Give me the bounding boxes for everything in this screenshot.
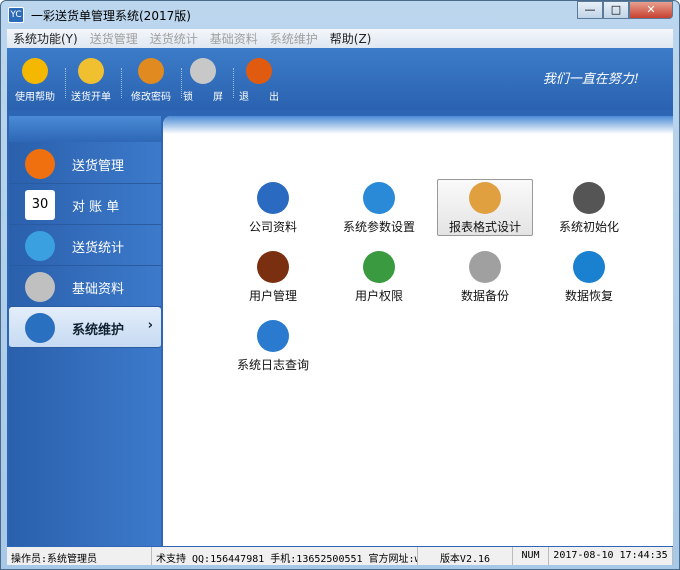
sidebar-item[interactable]: 送货管理 [9,143,161,184]
main-function-item[interactable]: 用户权限 [339,251,419,304]
title-bar: YC 一彩送货单管理系统(2017版) — □ ✕ [1,1,679,29]
main-function-label: 系统初始化 [558,220,619,234]
tag-icon [78,58,104,84]
pie-chart-icon [25,231,55,261]
sidebar-item[interactable]: 基础资料 [9,266,161,307]
toolbar-button-label: 送货开单 [71,92,111,103]
status-bar: 操作员:系统管理员 术支持 QQ:156447981 手机:1365250055… [7,547,673,565]
sidebar-item[interactable]: 系统维护 › [9,307,161,348]
menu-item: 系统维护 [269,32,318,46]
sidebar-item-label: 对 账 单 [72,200,120,215]
status-version: 版本V2.16 [418,547,513,565]
menu-item[interactable]: 帮助(Z) [324,30,378,47]
main-function-label: 数据恢复 [564,289,613,303]
info-icon [257,320,289,352]
status-support: 术支持 QQ:156447981 手机:13652500551 官方网址:www… [152,547,418,565]
main-function-label: 系统日志查询 [236,358,309,372]
menu-item[interactable]: 系统功能(Y) [7,30,84,47]
database-icon [469,251,501,283]
toolbar-button[interactable]: 修改密码 [125,58,177,103]
lightning-icon [573,182,605,214]
sidebar-item-label: 基础资料 [72,282,125,297]
globe-icon [257,182,289,214]
main-function-label: 用户管理 [248,289,297,303]
menu-bar: 系统功能(Y) 送货管理 送货统计 基础资料 系统维护 帮助(Z) [7,29,673,48]
user-icon [257,251,289,283]
lightbulb-icon [22,58,48,84]
chevron-right-icon: › [147,318,153,333]
slogan-logo: 我们一直在努力! [542,72,639,87]
lock-icon [190,58,216,84]
main-panel: 公司资料 系统参数设置 报表格式设计 系统初始化用户管理 用户权限 数据备份 数据恢复系统日… [163,116,673,546]
sidebar-item[interactable]: 送货统计 [9,225,161,266]
main-function-item[interactable]: 系统参数设置 [331,182,427,235]
pencil-ruler-icon [469,182,501,214]
window-title: 一彩送货单管理系统(2017版) [31,9,191,23]
main-function-item[interactable]: 系统初始化 [549,182,629,235]
calendar-icon: 30 [25,190,55,220]
sidebar-header [9,116,161,142]
sidebar: 送货管理 30 对 账 单送货统计基础资料系统维护 › [9,116,161,546]
main-function-label: 公司资料 [248,220,297,234]
toolbar-button[interactable]: 送货开单 [65,58,117,103]
shield-icon [138,58,164,84]
status-num: NUM [513,547,549,565]
menu-item: 基础资料 [209,32,258,46]
rss-icon [25,149,55,179]
main-function-item[interactable]: 数据备份 [445,251,525,304]
toolbar: 我们一直在努力! 使用帮助 送货开单 修改密码 锁 屏 退 出 [7,48,673,110]
app-window: YC 一彩送货单管理系统(2017版) — □ ✕ 系统功能(Y) 送货管理 送货统… [0,0,680,570]
toolbar-button[interactable]: 锁 屏 [177,58,229,103]
menu-item: 送货统计 [149,32,198,46]
globe-icon [25,313,55,343]
sidebar-item-label: 送货统计 [72,241,125,256]
database-icon [25,272,55,302]
toolbar-button[interactable]: 退 出 [233,58,285,103]
main-function-item[interactable]: 报表格式设计 [437,179,533,236]
refresh-icon [573,251,605,283]
gear-icon [363,182,395,214]
toolbar-button-label: 使用帮助 [15,92,55,103]
main-function-item[interactable]: 系统日志查询 [225,320,321,373]
maximize-button[interactable]: □ [603,1,629,19]
sidebar-item-label: 送货管理 [72,159,125,174]
minimize-button[interactable]: — [577,1,603,19]
status-operator: 操作员:系统管理员 [7,547,152,565]
status-datetime: 2017-08-10 17:44:35 [549,547,673,565]
main-function-label: 用户权限 [354,289,403,303]
main-function-item[interactable]: 公司资料 [233,182,313,235]
main-function-item[interactable]: 用户管理 [233,251,313,304]
main-function-label: 数据备份 [460,289,509,303]
sidebar-item[interactable]: 30 对 账 单 [9,184,161,225]
main-panel-header [163,116,673,134]
app-icon: YC [8,7,24,23]
close-button[interactable]: ✕ [629,1,673,19]
toolbar-button-label: 锁 屏 [183,92,223,103]
toolbar-button[interactable]: 使用帮助 [9,58,61,103]
main-function-label: 系统参数设置 [342,220,415,234]
toolbar-button-label: 修改密码 [131,92,171,103]
main-function-label: 报表格式设计 [448,220,521,234]
user-book-icon [363,251,395,283]
toolbar-separator [121,68,122,98]
sidebar-item-label: 系统维护 [72,323,125,338]
main-function-item[interactable]: 数据恢复 [549,251,629,304]
exit-icon [246,58,272,84]
toolbar-button-label: 退 出 [239,92,279,103]
menu-item: 送货管理 [89,32,138,46]
